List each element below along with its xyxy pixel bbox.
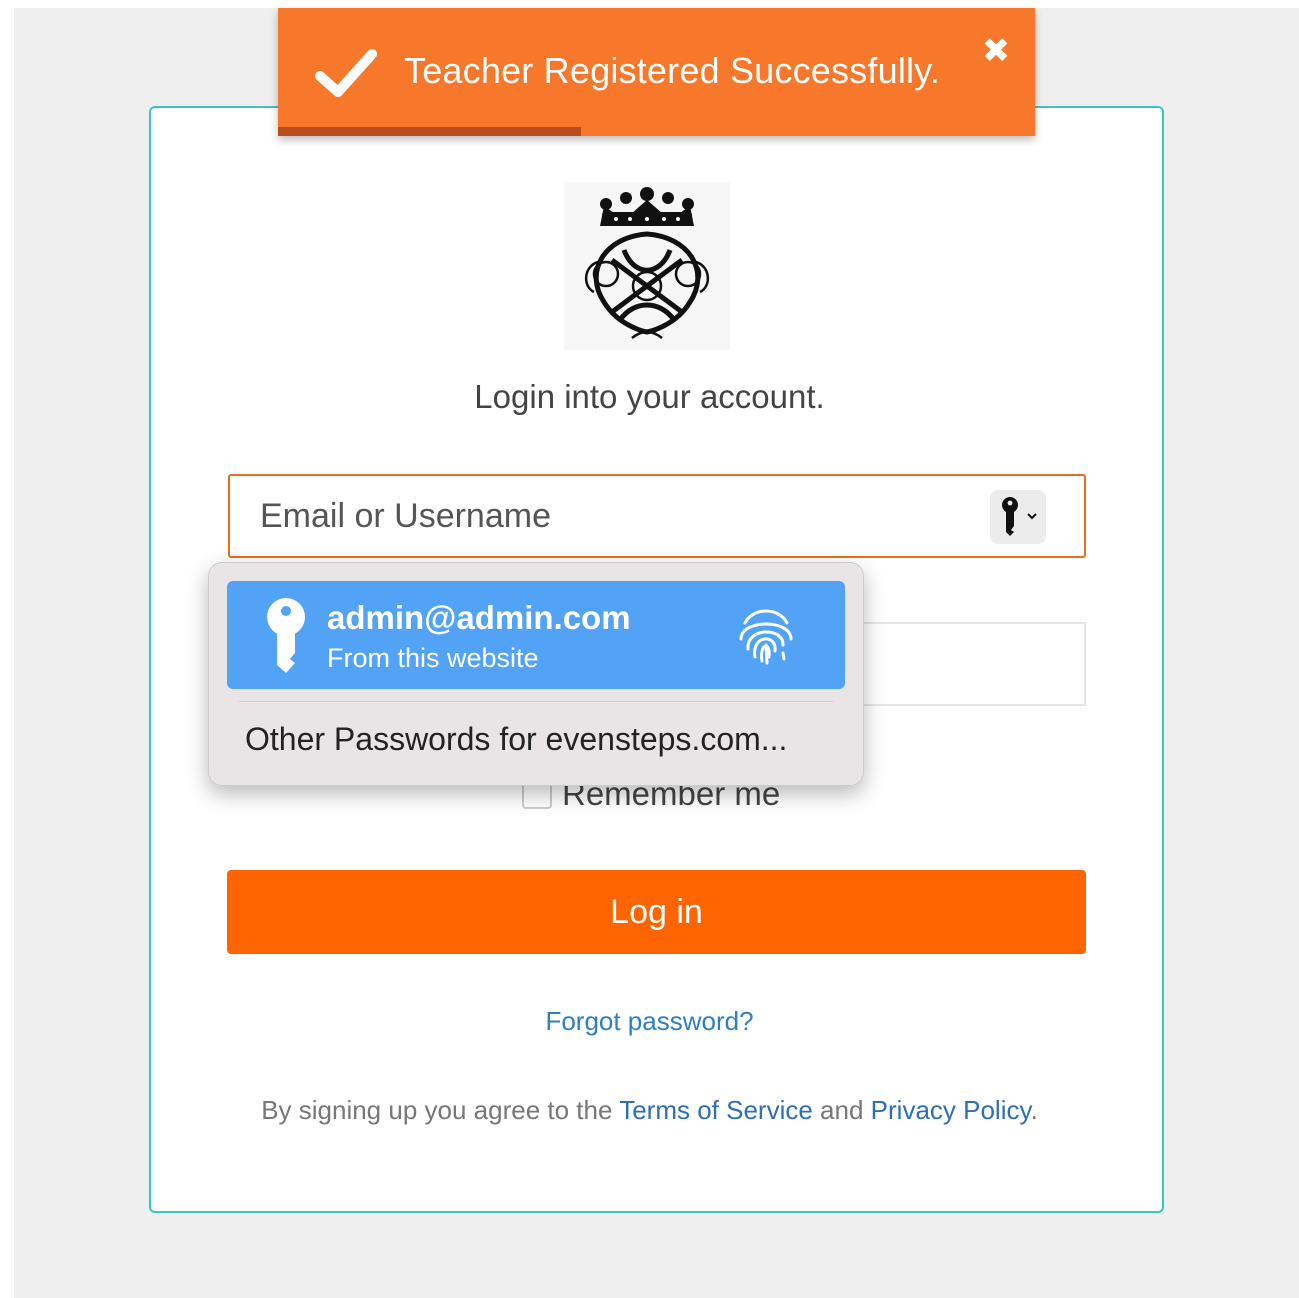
- terms-suffix: .: [1030, 1095, 1038, 1125]
- toast-message: Teacher Registered Successfully.: [404, 50, 940, 91]
- forgot-password-link[interactable]: Forgot password?: [0, 1006, 1299, 1037]
- autofill-popup: admin@admin.com From this website Other …: [208, 562, 864, 786]
- email-input[interactable]: [260, 476, 980, 556]
- login-subtitle: Login into your account.: [474, 378, 825, 415]
- terms-prefix: By signing up you agree to the: [261, 1095, 613, 1125]
- terms-and: and: [820, 1095, 864, 1125]
- success-toast: Teacher Registered Successfully. ✖: [278, 8, 1035, 136]
- privacy-policy-link[interactable]: Privacy Policy: [871, 1095, 1031, 1125]
- email-field[interactable]: [228, 474, 1086, 558]
- autofill-source: From this website: [327, 643, 539, 673]
- key-icon: [267, 598, 305, 673]
- autofill-divider: [239, 701, 833, 702]
- checkmark-icon: [315, 49, 377, 97]
- fingerprint-icon: [739, 609, 793, 665]
- autofill-username: admin@admin.com: [327, 599, 631, 636]
- password-manager-button[interactable]: [990, 490, 1046, 544]
- terms-text: By signing up you agree to the Terms of …: [0, 1095, 1299, 1126]
- login-button[interactable]: Log in: [227, 870, 1086, 954]
- other-passwords-option[interactable]: Other Passwords for evensteps.com...: [245, 721, 787, 758]
- toast-progress-bar: [278, 127, 581, 136]
- key-dropdown-icon: [1002, 497, 1037, 536]
- close-icon[interactable]: ✖: [981, 34, 1011, 68]
- royal-crest-monogram-icon: [585, 187, 709, 340]
- logo: [564, 182, 730, 350]
- terms-of-service-link[interactable]: Terms of Service: [619, 1095, 813, 1125]
- autofill-suggestion[interactable]: admin@admin.com From this website: [227, 581, 845, 689]
